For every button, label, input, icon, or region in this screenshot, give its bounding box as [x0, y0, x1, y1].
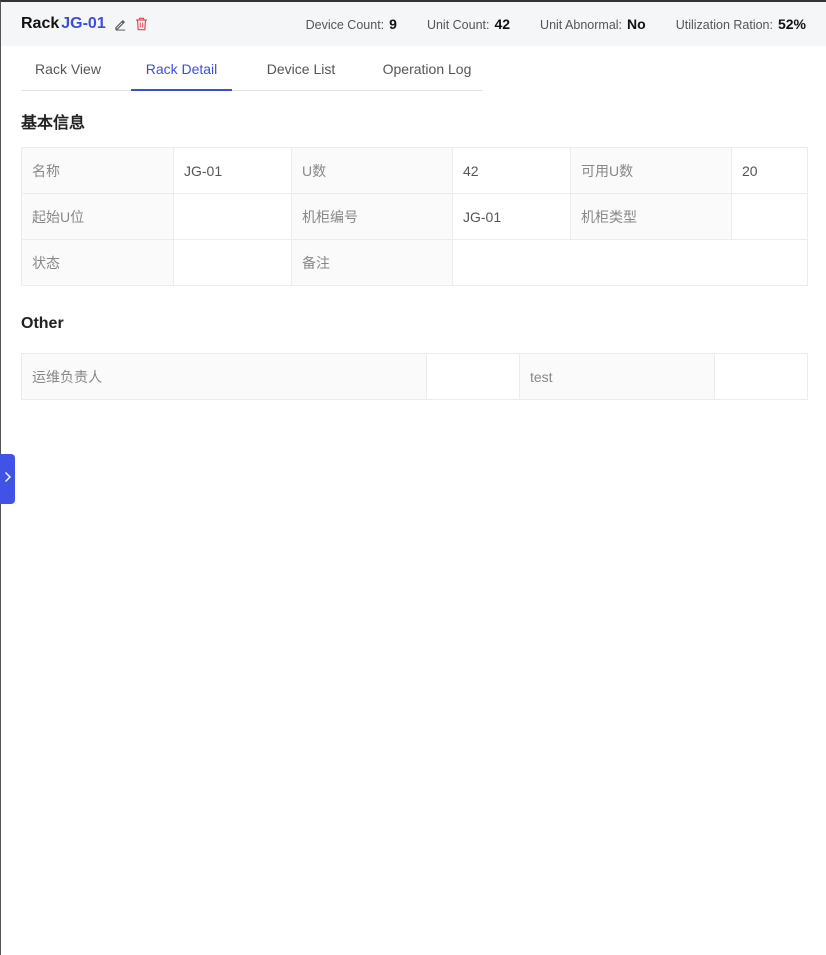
- field-value-units: 42: [452, 147, 571, 194]
- rack-header: Rack JG-01 Device Count: 9 Unit Count: 4…: [1, 2, 826, 46]
- rack-stats: Device Count: 9 Unit Count: 42 Unit Abno…: [306, 16, 806, 32]
- stat-value: No: [627, 16, 646, 32]
- stat-value: 52%: [777, 16, 806, 32]
- field-label-remark: 备注: [291, 239, 453, 286]
- stat-unit-abnormal: Unit Abnormal: No: [540, 16, 646, 32]
- basic-info-table: 名称 JG-01 U数 42 可用U数 20 起始U位 机柜编号 JG-01 机…: [21, 147, 808, 286]
- field-label-start-u: 起始U位: [21, 193, 174, 240]
- field-value-test: [714, 353, 808, 400]
- field-label-units: U数: [291, 147, 453, 194]
- field-value-rack-number: JG-01: [452, 193, 571, 240]
- field-value-status: [173, 239, 292, 286]
- field-label-test: test: [519, 353, 715, 400]
- rack-title: Rack JG-01: [21, 15, 148, 33]
- tab-rack-view[interactable]: Rack View: [21, 46, 115, 91]
- stat-label: Unit Count:: [426, 18, 490, 32]
- field-label-ops-owner: 运维负责人: [21, 353, 427, 400]
- field-value-remark: [452, 239, 808, 286]
- field-label-available-units: 可用U数: [570, 147, 732, 194]
- stat-label: Device Count:: [305, 18, 385, 32]
- other-info-table: 运维负责人 test: [21, 353, 808, 400]
- stat-value: 42: [494, 16, 511, 32]
- rack-title-prefix: Rack: [21, 15, 60, 32]
- field-label-rack-type: 机柜类型: [570, 193, 732, 240]
- field-label-name: 名称: [21, 147, 174, 194]
- field-value-rack-type: [731, 193, 808, 240]
- field-value-name: JG-01: [173, 147, 292, 194]
- chevron-right-icon: [4, 470, 12, 488]
- field-value-available-units: 20: [731, 147, 808, 194]
- field-value-start-u: [173, 193, 292, 240]
- section-title-other: Other: [21, 315, 64, 332]
- stat-value: 9: [389, 16, 397, 32]
- stat-utilization: Utilization Ration: 52%: [676, 16, 806, 32]
- table-row: 起始U位 机柜编号 JG-01 机柜类型: [21, 193, 808, 240]
- tab-device-list[interactable]: Device List: [246, 46, 356, 91]
- stat-unit-count: Unit Count: 42: [427, 16, 510, 32]
- table-row: 运维负责人 test: [21, 353, 808, 400]
- table-row: 状态 备注: [21, 239, 808, 286]
- tab-rack-detail[interactable]: Rack Detail: [131, 46, 232, 91]
- section-title-basic-info: 基本信息: [21, 115, 86, 132]
- stat-label: Unit Abnormal:: [540, 18, 623, 32]
- table-row: 名称 JG-01 U数 42 可用U数 20: [21, 147, 808, 194]
- stat-label: Utilization Ration:: [675, 18, 773, 32]
- trash-icon[interactable]: [135, 17, 148, 31]
- field-value-ops-owner: [426, 353, 520, 400]
- stat-device-count: Device Count: 9: [306, 16, 397, 32]
- tab-bar: Rack View Rack Detail Device List Operat…: [21, 46, 483, 91]
- pencil-icon[interactable]: [114, 18, 127, 31]
- field-label-rack-number: 机柜编号: [291, 193, 453, 240]
- sidebar-toggle-button[interactable]: [0, 454, 15, 504]
- rack-id: JG-01: [61, 15, 106, 32]
- field-label-status: 状态: [21, 239, 174, 286]
- tab-operation-log[interactable]: Operation Log: [371, 46, 483, 91]
